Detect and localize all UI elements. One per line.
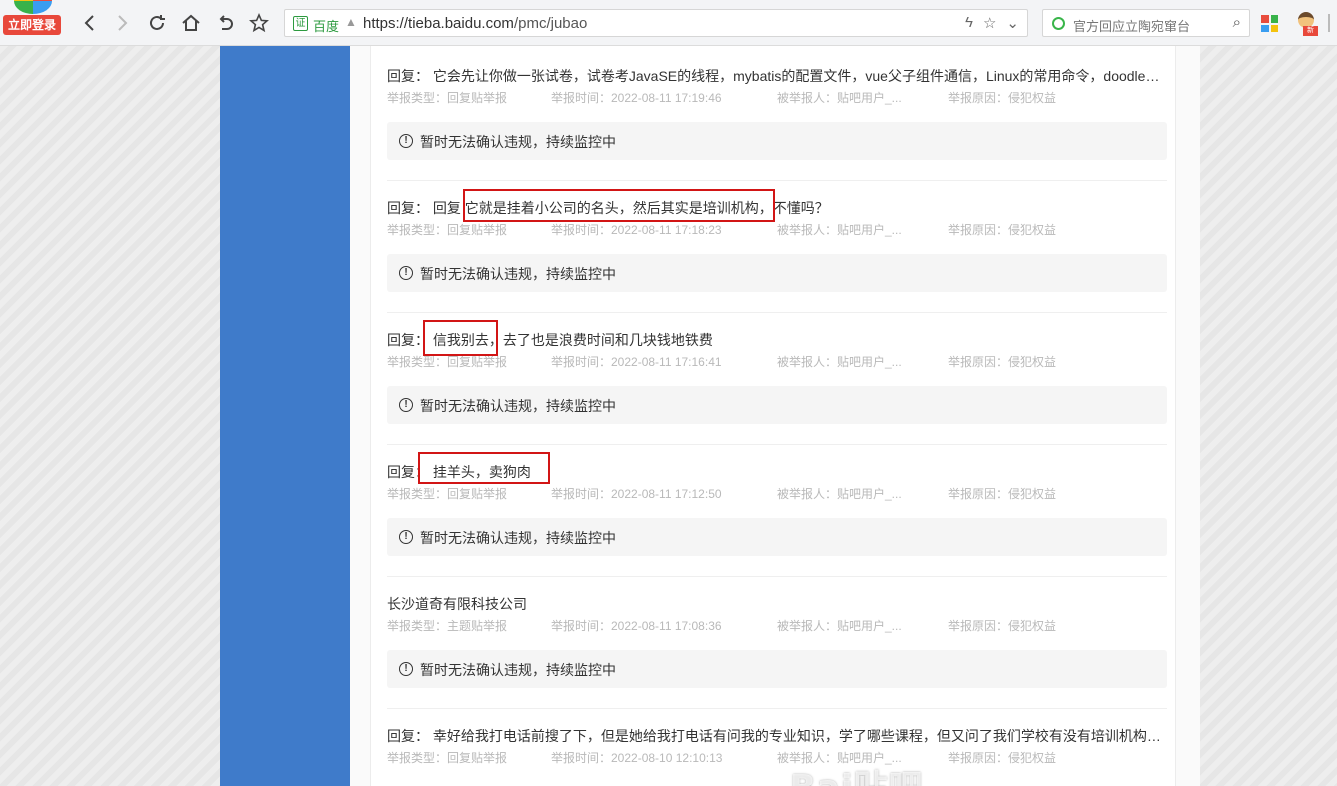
address-bar[interactable]: 证 百度 ▲ https://tieba.baidu.com/pmc/jubao… <box>284 9 1028 37</box>
report-type: 举报类型：回复贴举报 <box>387 223 508 237</box>
reload-icon[interactable] <box>144 9 170 37</box>
report-type: 举报类型：回复贴举报 <box>387 355 508 369</box>
cert-label: 百度 <box>313 19 340 34</box>
star-icon[interactable] <box>246 9 272 37</box>
cert-icon: 证 <box>293 16 308 31</box>
more-icon[interactable] <box>1328 14 1336 32</box>
divider <box>387 576 1167 577</box>
url-text[interactable]: https://tieba.baidu.com/pmc/jubao <box>363 15 587 32</box>
page: 回复： 它会先让你做一张试卷，试卷考JavaSE的线程，mybatis的配置文件… <box>0 46 1337 786</box>
report-time: 举报时间：2022-08-11 17:08:36 <box>551 619 722 633</box>
home-icon[interactable] <box>178 9 204 37</box>
undo-icon[interactable] <box>212 9 238 37</box>
status-text: 暂时无法确认违规，持续监控中 <box>420 134 616 150</box>
background-pattern-left <box>0 46 220 786</box>
report-target: 被举报人：贴吧用户_... <box>777 619 902 633</box>
favorite-star-icon[interactable]: ☆ <box>983 14 996 32</box>
report-reason: 举报原因：侵犯权益 <box>948 223 1057 237</box>
report-reason: 举报原因：侵犯权益 <box>948 619 1057 633</box>
warning-lock-icon: ▲ <box>345 15 357 29</box>
url-path: /pmc/jubao <box>513 15 588 32</box>
report-target: 被举报人：贴吧用户_... <box>777 487 902 501</box>
report-type: 举报类型：主题贴举报 <box>387 619 508 633</box>
new-badge: 新 <box>1303 26 1318 36</box>
alert-icon: ! <box>399 662 413 676</box>
status-text: 暂时无法确认违规，持续监控中 <box>420 530 616 546</box>
alert-icon: ! <box>399 530 413 544</box>
status-box: ! 暂时无法确认违规，持续监控中 <box>387 518 1167 556</box>
report-content[interactable]: 回复： 信我别去，去了也是浪费时间和几块钱地铁费 <box>387 330 1163 350</box>
report-type: 举报类型：回复贴举报 <box>387 487 508 501</box>
search-input[interactable]: 官方回应立陶宛窜台 <box>1073 16 1190 35</box>
search-engine-icon <box>1052 17 1065 30</box>
search-box[interactable]: 官方回应立陶宛窜台 ⌕ <box>1042 9 1250 37</box>
report-content[interactable]: 长沙道奇有限科技公司 <box>387 594 1163 614</box>
status-text: 暂时无法确认违规，持续监控中 <box>420 662 616 678</box>
report-time: 举报时间：2022-08-10 12:10:13 <box>551 751 723 765</box>
alert-icon: ! <box>399 266 413 280</box>
alert-icon: ! <box>399 134 413 148</box>
report-reason: 举报原因：侵犯权益 <box>948 487 1057 501</box>
watermark-logo: Bai贴吧 <box>790 760 924 786</box>
highlight-box <box>423 320 498 356</box>
lightning-icon[interactable]: ϟ <box>965 14 973 32</box>
report-type: 举报类型：回复贴举报 <box>387 91 508 105</box>
forward-icon[interactable] <box>110 9 136 37</box>
report-reason: 举报原因：侵犯权益 <box>948 91 1057 105</box>
search-icon[interactable]: ⌕ <box>1233 14 1241 31</box>
highlight-box <box>463 189 775 222</box>
report-time: 举报时间：2022-08-11 17:19:46 <box>551 91 722 105</box>
alert-icon: ! <box>399 398 413 412</box>
highlight-box <box>418 452 550 484</box>
divider <box>387 180 1167 181</box>
divider <box>387 708 1167 709</box>
url-host: https://tieba.baidu.com <box>363 15 514 32</box>
report-target: 被举报人：贴吧用户_... <box>777 355 902 369</box>
report-time: 举报时间：2022-08-11 17:18:23 <box>551 223 722 237</box>
login-button[interactable]: 立即登录 <box>3 15 61 35</box>
report-target: 被举报人：贴吧用户_... <box>777 223 902 237</box>
status-box: ! 暂时无法确认违规，持续监控中 <box>387 650 1167 688</box>
report-time: 举报时间：2022-08-11 17:16:41 <box>551 355 722 369</box>
report-type: 举报类型：回复贴举报 <box>387 751 508 765</box>
divider <box>387 312 1167 313</box>
status-text: 暂时无法确认违规，持续监控中 <box>420 266 616 282</box>
avatar[interactable]: 新 <box>1294 12 1318 36</box>
apps-icon[interactable] <box>1261 15 1278 32</box>
status-text: 暂时无法确认违规，持续监控中 <box>420 398 616 414</box>
report-content[interactable]: 回复： 它会先让你做一张试卷，试卷考JavaSE的线程，mybatis的配置文件… <box>387 66 1163 86</box>
divider <box>387 444 1167 445</box>
report-reason: 举报原因：侵犯权益 <box>948 355 1057 369</box>
status-box: ! 暂时无法确认违规，持续监控中 <box>387 386 1167 424</box>
browser-logo-icon <box>14 0 52 14</box>
report-time: 举报时间：2022-08-11 17:12:50 <box>551 487 722 501</box>
report-content[interactable]: 回复： 幸好给我打电话前搜了下，但是她给我打电话有问我的专业知识，学了哪些课程，… <box>387 726 1163 746</box>
status-box: ! 暂时无法确认违规，持续监控中 <box>387 254 1167 292</box>
browser-toolbar: 立即登录 证 百度 ▲ https://tieba.baidu.com/pmc/… <box>0 0 1337 46</box>
chevron-down-icon[interactable]: ⌄ <box>1006 14 1019 32</box>
back-icon[interactable] <box>76 9 102 37</box>
sidebar <box>220 46 350 786</box>
report-reason: 举报原因：侵犯权益 <box>948 751 1057 765</box>
address-actions: ϟ ☆ ⌄ <box>965 14 1019 32</box>
status-box: ! 暂时无法确认违规，持续监控中 <box>387 122 1167 160</box>
background-pattern-right <box>1200 46 1337 786</box>
report-list: 回复： 它会先让你做一张试卷，试卷考JavaSE的线程，mybatis的配置文件… <box>370 46 1176 786</box>
report-target: 被举报人：贴吧用户_... <box>777 91 902 105</box>
